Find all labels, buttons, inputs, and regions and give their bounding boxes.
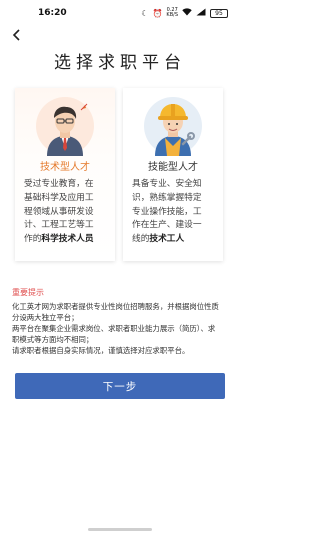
notice-line: 分设两大独立平台； <box>12 313 79 322</box>
card-technical-talent[interactable]: 技术型人才 受过专业教育，在 基础科学及应用工 程领域从事研发设 计、工程工艺等工 作的… <box>15 88 115 261</box>
notice-heading: 重要提示 <box>12 288 44 297</box>
card-skilled-desc-bold: 技术工人 <box>149 234 185 245</box>
network-speed: 0.27 KB/S <box>166 8 178 18</box>
moon-icon: ☾ <box>141 8 149 18</box>
card-technical-desc-line: 基础科学及应用工 <box>24 192 94 203</box>
home-indicator[interactable] <box>88 528 152 531</box>
card-skilled-desc-line: 作在生产、建设一 <box>132 220 202 231</box>
card-skilled-desc-line: 识，熟练掌握特定 <box>132 192 202 203</box>
next-step-button[interactable]: 下一步 <box>15 373 225 399</box>
status-icons: ☾ ⏰ 0.27 KB/S 95 <box>141 8 228 18</box>
alarm-icon: ⏰ <box>152 8 163 18</box>
battery-indicator: 95 <box>210 8 228 18</box>
card-skilled-desc-line: 线的 <box>132 234 150 245</box>
notice-line: 两平台在聚集企业需求岗位、求职者职业能力展示（简历）、求 <box>12 324 216 333</box>
card-technical-desc-bold: 科学技术人员 <box>41 234 94 245</box>
card-technical-desc-line: 作的 <box>24 234 42 245</box>
card-skilled-description: 具备专业、安全知 识，熟练掌握特定 专业操作技能，工 作在生产、建设一 线的技术工人 <box>132 178 218 247</box>
notice-body: 化工英才网为求职者提供专业性岗位招聘服务，并根据岗位性质 分设两大独立平台； 两… <box>12 301 230 356</box>
platform-cards: 技术型人才 受过专业教育，在 基础科学及应用工 程领域从事研发设 计、工程工艺等工 作的… <box>0 88 240 263</box>
page-title: 选择求职平台 <box>54 53 186 73</box>
card-technical-desc-line: 受过专业教育，在 <box>24 179 94 189</box>
wifi-icon <box>182 8 192 18</box>
back-arrow-icon[interactable] <box>10 28 26 44</box>
card-technical-label: 技术型人才 <box>40 162 90 173</box>
signal-icon <box>196 8 206 18</box>
card-technical-desc-line: 计、工程工艺等工 <box>24 220 94 231</box>
professional-avatar-icon <box>35 96 95 156</box>
notice-line: 请求职者根据自身实际情况，谨慎选择对应求职平台。 <box>12 346 190 355</box>
card-technical-desc-line: 程领域从事研发设 <box>24 206 94 217</box>
network-speed-unit: KB/S <box>166 12 178 18</box>
status-bar: 16:20 ☾ ⏰ 0.27 KB/S 95 <box>0 0 240 26</box>
notice-line: 职模式等方面均不相同； <box>12 335 94 344</box>
card-skilled-talent[interactable]: 技能型人才 具备专业、安全知 识，熟练掌握特定 专业操作技能，工 作在生产、建设一 线的… <box>123 88 223 261</box>
card-technical-description: 受过专业教育，在 基础科学及应用工 程领域从事研发设 计、工程工艺等工 作的科学技术人员 <box>24 178 110 247</box>
status-time: 16:20 <box>38 8 67 18</box>
worker-avatar-icon <box>143 96 203 156</box>
card-skilled-desc-line: 具备专业、安全知 <box>132 179 202 189</box>
card-skilled-label: 技能型人才 <box>148 162 198 173</box>
notice-line: 化工英才网为求职者提供专业性岗位招聘服务，并根据岗位性质 <box>12 302 219 311</box>
card-skilled-desc-line: 专业操作技能，工 <box>132 206 202 217</box>
